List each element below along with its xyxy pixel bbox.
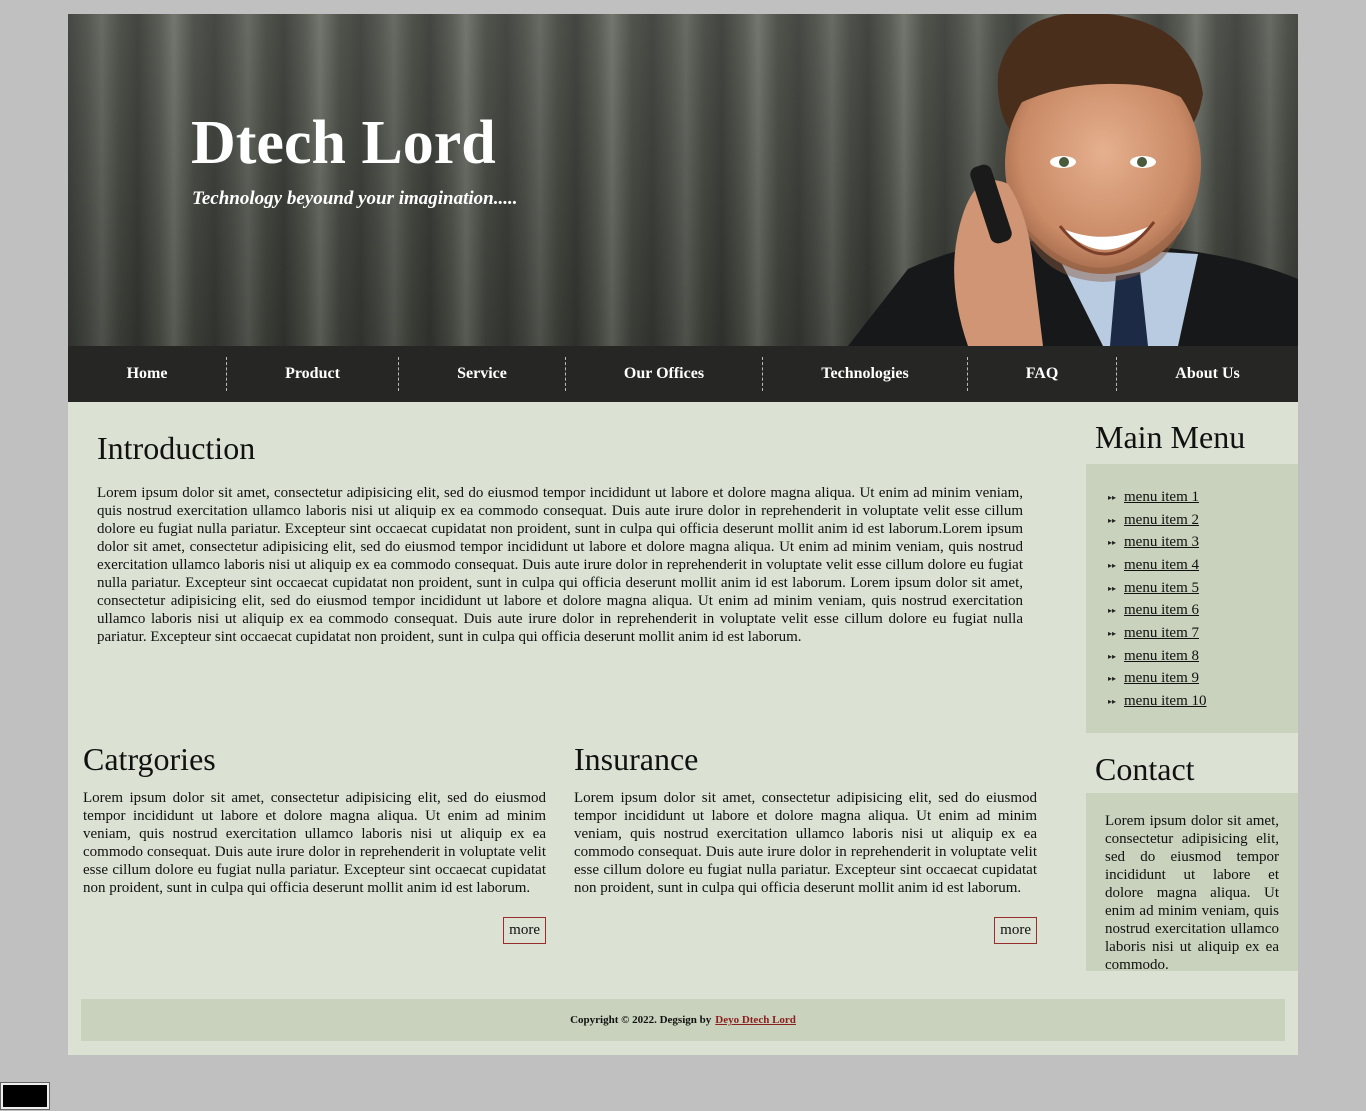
nav-home[interactable]: Home — [68, 357, 227, 391]
menu-item: ▸▸ menu item 1 — [1108, 486, 1298, 509]
nav-product[interactable]: Product — [227, 357, 399, 391]
categories-more-button[interactable]: more — [503, 917, 546, 944]
double-arrow-icon: ▸▸ — [1108, 651, 1117, 661]
footer: Copyright © 2022. Degsign by Deyo Dtech … — [81, 999, 1285, 1041]
insurance-heading: Insurance — [574, 741, 699, 777]
black-rectangle — [0, 1082, 50, 1110]
main-nav: Home Product Service Our Offices Technol… — [68, 346, 1298, 402]
double-arrow-icon: ▸▸ — [1108, 492, 1117, 502]
copyright-text: Copyright © 2022. Degsign by — [570, 1014, 712, 1026]
intro-text: Lorem ipsum dolor sit amet, consectetur … — [97, 485, 1023, 645]
nav-technologies[interactable]: Technologies — [763, 357, 968, 391]
nav-our-offices[interactable]: Our Offices — [566, 357, 763, 391]
categories-heading: Catrgories — [83, 741, 216, 777]
contact-text: Lorem ipsum dolor sit amet, consectetur … — [1105, 812, 1279, 973]
double-arrow-icon: ▸▸ — [1108, 560, 1117, 570]
categories-text: Lorem ipsum dolor sit amet, consectetur … — [83, 790, 546, 896]
double-arrow-icon: ▸▸ — [1108, 628, 1117, 638]
menu-link-2[interactable]: menu item 2 — [1124, 512, 1199, 529]
menu-item: ▸▸ menu item 6 — [1108, 599, 1298, 622]
sidebar: Main Menu ▸▸ menu item 1 ▸▸ menu item 2 ▸▸… — [1086, 416, 1298, 973]
footer-designer-link[interactable]: Deyo Dtech Lord — [715, 1014, 796, 1026]
menu-item: ▸▸ menu item 3 — [1108, 531, 1298, 554]
menu-link-1[interactable]: menu item 1 — [1124, 489, 1199, 506]
categories-section: Catrgories Lorem ipsum dolor sit amet, c… — [83, 741, 546, 944]
insurance-section: Insurance Lorem ipsum dolor sit amet, co… — [574, 741, 1037, 944]
nav-faq[interactable]: FAQ — [968, 357, 1117, 391]
menu-link-9[interactable]: menu item 9 — [1124, 670, 1199, 687]
menu-link-10[interactable]: menu item 10 — [1124, 693, 1207, 710]
menu-link-5[interactable]: menu item 5 — [1124, 580, 1199, 597]
double-arrow-icon: ▸▸ — [1108, 515, 1117, 525]
menu-link-6[interactable]: menu item 6 — [1124, 602, 1199, 619]
insurance-more-button[interactable]: more — [994, 917, 1037, 944]
menu-item: ▸▸ menu item 5 — [1108, 577, 1298, 600]
nav-about-us[interactable]: About Us — [1117, 357, 1298, 391]
double-arrow-icon: ▸▸ — [1108, 538, 1117, 548]
header-banner: Dtech Lord Technology beyound your imagi… — [68, 14, 1298, 346]
contact-heading: Contact — [1095, 750, 1195, 787]
menu-item: ▸▸ menu item 8 — [1108, 645, 1298, 668]
double-arrow-icon: ▸▸ — [1108, 674, 1117, 684]
menu-item: ▸▸ menu item 10 — [1108, 690, 1298, 713]
double-arrow-icon: ▸▸ — [1108, 697, 1117, 707]
intro-section: Introduction Lorem ipsum dolor sit amet,… — [97, 432, 1023, 646]
menu-item: ▸▸ menu item 7 — [1108, 622, 1298, 645]
site-tagline: Technology beyound your imagination..... — [192, 188, 518, 209]
intro-heading: Introduction — [97, 430, 256, 466]
main-menu: ▸▸ menu item 1 ▸▸ menu item 2 ▸▸ menu item … — [1086, 464, 1298, 733]
insurance-text: Lorem ipsum dolor sit amet, consectetur … — [574, 790, 1037, 896]
site-title: Dtech Lord — [191, 109, 496, 177]
menu-link-3[interactable]: menu item 3 — [1124, 534, 1199, 551]
menu-item: ▸▸ menu item 4 — [1108, 554, 1298, 577]
menu-link-7[interactable]: menu item 7 — [1124, 625, 1199, 642]
page-container: Dtech Lord Technology beyound your imagi… — [68, 14, 1298, 1055]
nav-service[interactable]: Service — [399, 357, 566, 391]
menu-link-4[interactable]: menu item 4 — [1124, 557, 1199, 574]
contact-box: Lorem ipsum dolor sit amet, consectetur … — [1086, 792, 1298, 973]
double-arrow-icon: ▸▸ — [1108, 606, 1117, 616]
main-menu-heading: Main Menu — [1095, 419, 1246, 455]
double-arrow-icon: ▸▸ — [1108, 583, 1117, 593]
businessman-photo — [848, 14, 1298, 346]
menu-item: ▸▸ menu item 9 — [1108, 668, 1298, 691]
menu-link-8[interactable]: menu item 8 — [1124, 648, 1199, 665]
menu-item: ▸▸ menu item 2 — [1108, 509, 1298, 532]
